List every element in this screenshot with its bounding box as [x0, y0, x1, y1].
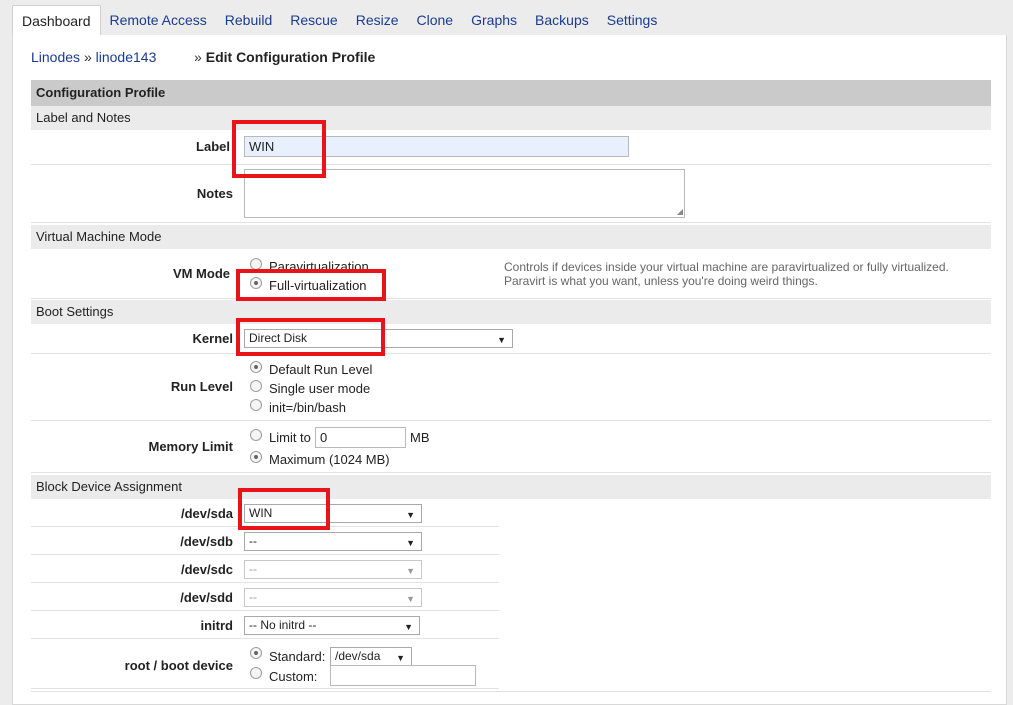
section-header: Configuration Profile — [31, 80, 991, 106]
root-device-label: root / boot device — [124, 658, 233, 673]
subsection-vm-mode: Virtual Machine Mode — [31, 225, 991, 249]
root-standard-radio[interactable] — [250, 647, 262, 659]
sdb-label: /dev/sdb — [180, 534, 233, 549]
tab-resize[interactable]: Resize — [347, 5, 408, 35]
divider — [31, 691, 991, 692]
chevron-down-icon: ▼ — [396, 653, 405, 663]
tab-rebuild[interactable]: Rebuild — [216, 5, 281, 35]
root-standard-select-value: /dev/sda — [335, 649, 381, 663]
content-panel: Linodes » linode1437 » Edit Configuratio… — [12, 35, 1007, 705]
vm-mode-help-line1: Controls if devices inside your virtual … — [504, 260, 949, 274]
sdb-select-value: -- — [249, 534, 257, 548]
label-field-label: Label — [196, 139, 230, 154]
vm-mode-fullvirt-label: Full-virtualization — [269, 278, 367, 293]
memory-maximum-label: Maximum (1024 MB) — [269, 452, 390, 467]
runlevel-single-radio[interactable] — [250, 380, 262, 392]
root-standard-label: Standard: — [269, 649, 326, 664]
sda-select[interactable]: WIN ▼ — [244, 504, 422, 523]
vm-mode-paravirt-label: Paravirtualization — [269, 259, 369, 274]
initrd-select-value: -- No initrd -- — [249, 618, 317, 632]
tab-backups[interactable]: Backups — [526, 5, 598, 35]
root-custom-input[interactable] — [330, 665, 476, 686]
tab-bar: Dashboard Remote Access Rebuild Rescue R… — [12, 5, 666, 35]
notes-textarea[interactable]: ◢ — [244, 169, 685, 218]
chevron-down-icon: ▼ — [404, 622, 413, 632]
vm-mode-label: VM Mode — [172, 266, 230, 281]
subsection-label-notes: Label and Notes — [31, 106, 991, 130]
chevron-down-icon: ▼ — [497, 335, 506, 345]
runlevel-init-radio[interactable] — [250, 399, 262, 411]
vm-mode-paravirt-radio[interactable] — [250, 258, 262, 270]
vm-mode-fullvirt-radio[interactable] — [250, 277, 262, 289]
run-level-label: Run Level — [170, 379, 233, 394]
memory-unit-label: MB — [410, 430, 430, 445]
sdd-label: /dev/sdd — [180, 590, 233, 605]
sda-select-value: WIN — [249, 506, 273, 520]
chevron-down-icon: ▼ — [406, 538, 415, 548]
kernel-select-value: Direct Disk — [249, 331, 308, 345]
runlevel-single-label: Single user mode — [269, 381, 371, 396]
chevron-down-icon: ▼ — [406, 594, 415, 604]
breadcrumb-linode-name: linode143 — [95, 49, 157, 65]
subsection-boot-settings: Boot Settings — [31, 300, 991, 324]
runlevel-init-label: init=/bin/bash — [269, 400, 346, 415]
sdc-label: /dev/sdc — [180, 562, 233, 577]
root-custom-label: Custom: — [269, 669, 318, 684]
notes-field-label: Notes — [196, 186, 233, 201]
root-standard-select[interactable]: /dev/sda ▼ — [330, 647, 412, 666]
resize-grip-icon[interactable]: ◢ — [677, 208, 683, 216]
memory-maximum-radio[interactable] — [250, 451, 262, 463]
tab-settings[interactable]: Settings — [598, 5, 667, 35]
chevron-down-icon: ▼ — [406, 510, 415, 520]
kernel-label: Kernel — [192, 331, 233, 346]
breadcrumb: Linodes » linode1437 » Edit Configuratio… — [31, 49, 375, 65]
runlevel-default-radio[interactable] — [250, 361, 262, 373]
breadcrumb-linodes-link[interactable]: Linodes — [31, 49, 80, 65]
sdd-select-value: -- — [249, 590, 257, 604]
tab-rescue[interactable]: Rescue — [281, 5, 346, 35]
tab-remote-access[interactable]: Remote Access — [101, 5, 216, 35]
memory-limit-radio[interactable] — [250, 429, 262, 441]
sdd-select[interactable]: -- ▼ — [244, 588, 422, 607]
sdc-select-value: -- — [249, 562, 257, 576]
tab-clone[interactable]: Clone — [408, 5, 463, 35]
subsection-block-devices: Block Device Assignment — [31, 475, 991, 499]
redaction-mask — [159, 47, 195, 67]
vm-mode-help-line2: Paravirt is what you want, unless you're… — [504, 274, 818, 288]
label-input[interactable]: WIN — [244, 136, 629, 157]
memory-limit-input[interactable]: 0 — [315, 427, 406, 448]
chevron-down-icon: ▼ — [406, 566, 415, 576]
sda-label: /dev/sda — [180, 506, 233, 521]
memory-limit-label: Memory Limit — [148, 439, 233, 454]
sdb-select[interactable]: -- ▼ — [244, 532, 422, 551]
tab-graphs[interactable]: Graphs — [462, 5, 526, 35]
sdc-select[interactable]: -- ▼ — [244, 560, 422, 579]
initrd-label: initrd — [200, 618, 234, 633]
initrd-select[interactable]: -- No initrd -- ▼ — [244, 616, 420, 635]
kernel-select[interactable]: Direct Disk ▼ — [244, 329, 513, 348]
memory-limit-to-label: Limit to — [269, 430, 311, 445]
breadcrumb-separator: » — [83, 49, 92, 65]
breadcrumb-separator: » — [194, 49, 202, 65]
runlevel-default-label: Default Run Level — [269, 362, 373, 377]
root-custom-radio[interactable] — [250, 667, 262, 679]
tab-dashboard[interactable]: Dashboard — [12, 5, 101, 35]
page-title: Edit Configuration Profile — [205, 49, 376, 65]
